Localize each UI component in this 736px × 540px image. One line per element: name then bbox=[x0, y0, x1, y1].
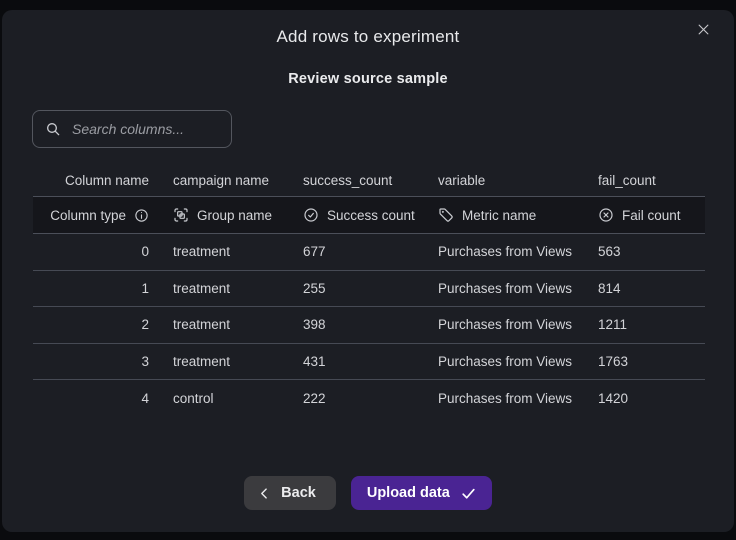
header-variable: variable bbox=[438, 173, 598, 188]
cell-index: 4 bbox=[33, 391, 173, 406]
table-row[interactable]: 0 treatment 677 Purchases from Views 563 bbox=[33, 234, 705, 271]
back-button-label: Back bbox=[281, 485, 316, 501]
type-label: Success count bbox=[327, 208, 415, 223]
footer-actions: Back Upload data bbox=[2, 476, 734, 510]
table-header-row: Column name campaign name success_count … bbox=[33, 164, 705, 196]
cell-campaign: treatment bbox=[173, 244, 303, 259]
search-icon bbox=[45, 121, 61, 137]
cell-fail: 1763 bbox=[598, 354, 705, 369]
cell-variable: Purchases from Views bbox=[438, 391, 598, 406]
cell-index: 1 bbox=[33, 281, 173, 296]
cell-success: 255 bbox=[303, 281, 438, 296]
cell-success: 431 bbox=[303, 354, 438, 369]
success-check-icon bbox=[303, 207, 319, 223]
tag-icon bbox=[438, 207, 454, 223]
cell-index: 0 bbox=[33, 244, 173, 259]
column-type-cell: Column type bbox=[33, 208, 173, 223]
chevron-left-icon bbox=[258, 487, 271, 500]
cell-variable: Purchases from Views bbox=[438, 244, 598, 259]
header-success-count: success_count bbox=[303, 173, 438, 188]
header-column-name: Column name bbox=[33, 173, 173, 188]
add-rows-modal: Add rows to experiment Review source sam… bbox=[2, 10, 734, 532]
cell-index: 2 bbox=[33, 317, 173, 332]
table-row[interactable]: 3 treatment 431 Purchases from Views 176… bbox=[33, 344, 705, 381]
back-button[interactable]: Back bbox=[244, 476, 336, 510]
fail-cross-icon bbox=[598, 207, 614, 223]
cell-variable: Purchases from Views bbox=[438, 354, 598, 369]
column-type-row: Column type Group name Success count bbox=[33, 196, 705, 234]
type-success-count[interactable]: Success count bbox=[303, 207, 438, 223]
upload-button-label: Upload data bbox=[367, 485, 450, 501]
sample-table: Column name campaign name success_count … bbox=[33, 164, 705, 417]
search-box[interactable] bbox=[32, 110, 232, 148]
cell-campaign: treatment bbox=[173, 354, 303, 369]
cell-variable: Purchases from Views bbox=[438, 317, 598, 332]
cell-fail: 814 bbox=[598, 281, 705, 296]
table-row[interactable]: 4 control 222 Purchases from Views 1420 bbox=[33, 380, 705, 417]
cell-fail: 1420 bbox=[598, 391, 705, 406]
table-row[interactable]: 1 treatment 255 Purchases from Views 814 bbox=[33, 271, 705, 308]
cell-campaign: treatment bbox=[173, 317, 303, 332]
cell-success: 398 bbox=[303, 317, 438, 332]
type-label: Group name bbox=[197, 208, 272, 223]
cell-campaign: control bbox=[173, 391, 303, 406]
search-input[interactable] bbox=[70, 120, 219, 138]
column-type-label: Column type bbox=[50, 208, 126, 223]
cell-fail: 1211 bbox=[598, 317, 705, 332]
type-metric-name[interactable]: Metric name bbox=[438, 207, 598, 223]
page-title: Add rows to experiment bbox=[2, 10, 734, 47]
cell-variable: Purchases from Views bbox=[438, 281, 598, 296]
header-campaign-name: campaign name bbox=[173, 173, 303, 188]
close-icon[interactable] bbox=[692, 18, 714, 40]
check-icon bbox=[460, 485, 477, 502]
cell-success: 222 bbox=[303, 391, 438, 406]
info-icon[interactable] bbox=[134, 208, 149, 223]
upload-data-button[interactable]: Upload data bbox=[351, 476, 492, 510]
type-label: Fail count bbox=[622, 208, 681, 223]
cell-campaign: treatment bbox=[173, 281, 303, 296]
cell-success: 677 bbox=[303, 244, 438, 259]
table-row[interactable]: 2 treatment 398 Purchases from Views 121… bbox=[33, 307, 705, 344]
type-label: Metric name bbox=[462, 208, 536, 223]
type-fail-count[interactable]: Fail count bbox=[598, 207, 705, 223]
step-subtitle: Review source sample bbox=[2, 47, 734, 87]
cell-index: 3 bbox=[33, 354, 173, 369]
cell-fail: 563 bbox=[598, 244, 705, 259]
header-fail-count: fail_count bbox=[598, 173, 705, 188]
type-group-name[interactable]: Group name bbox=[173, 207, 303, 223]
group-icon bbox=[173, 207, 189, 223]
